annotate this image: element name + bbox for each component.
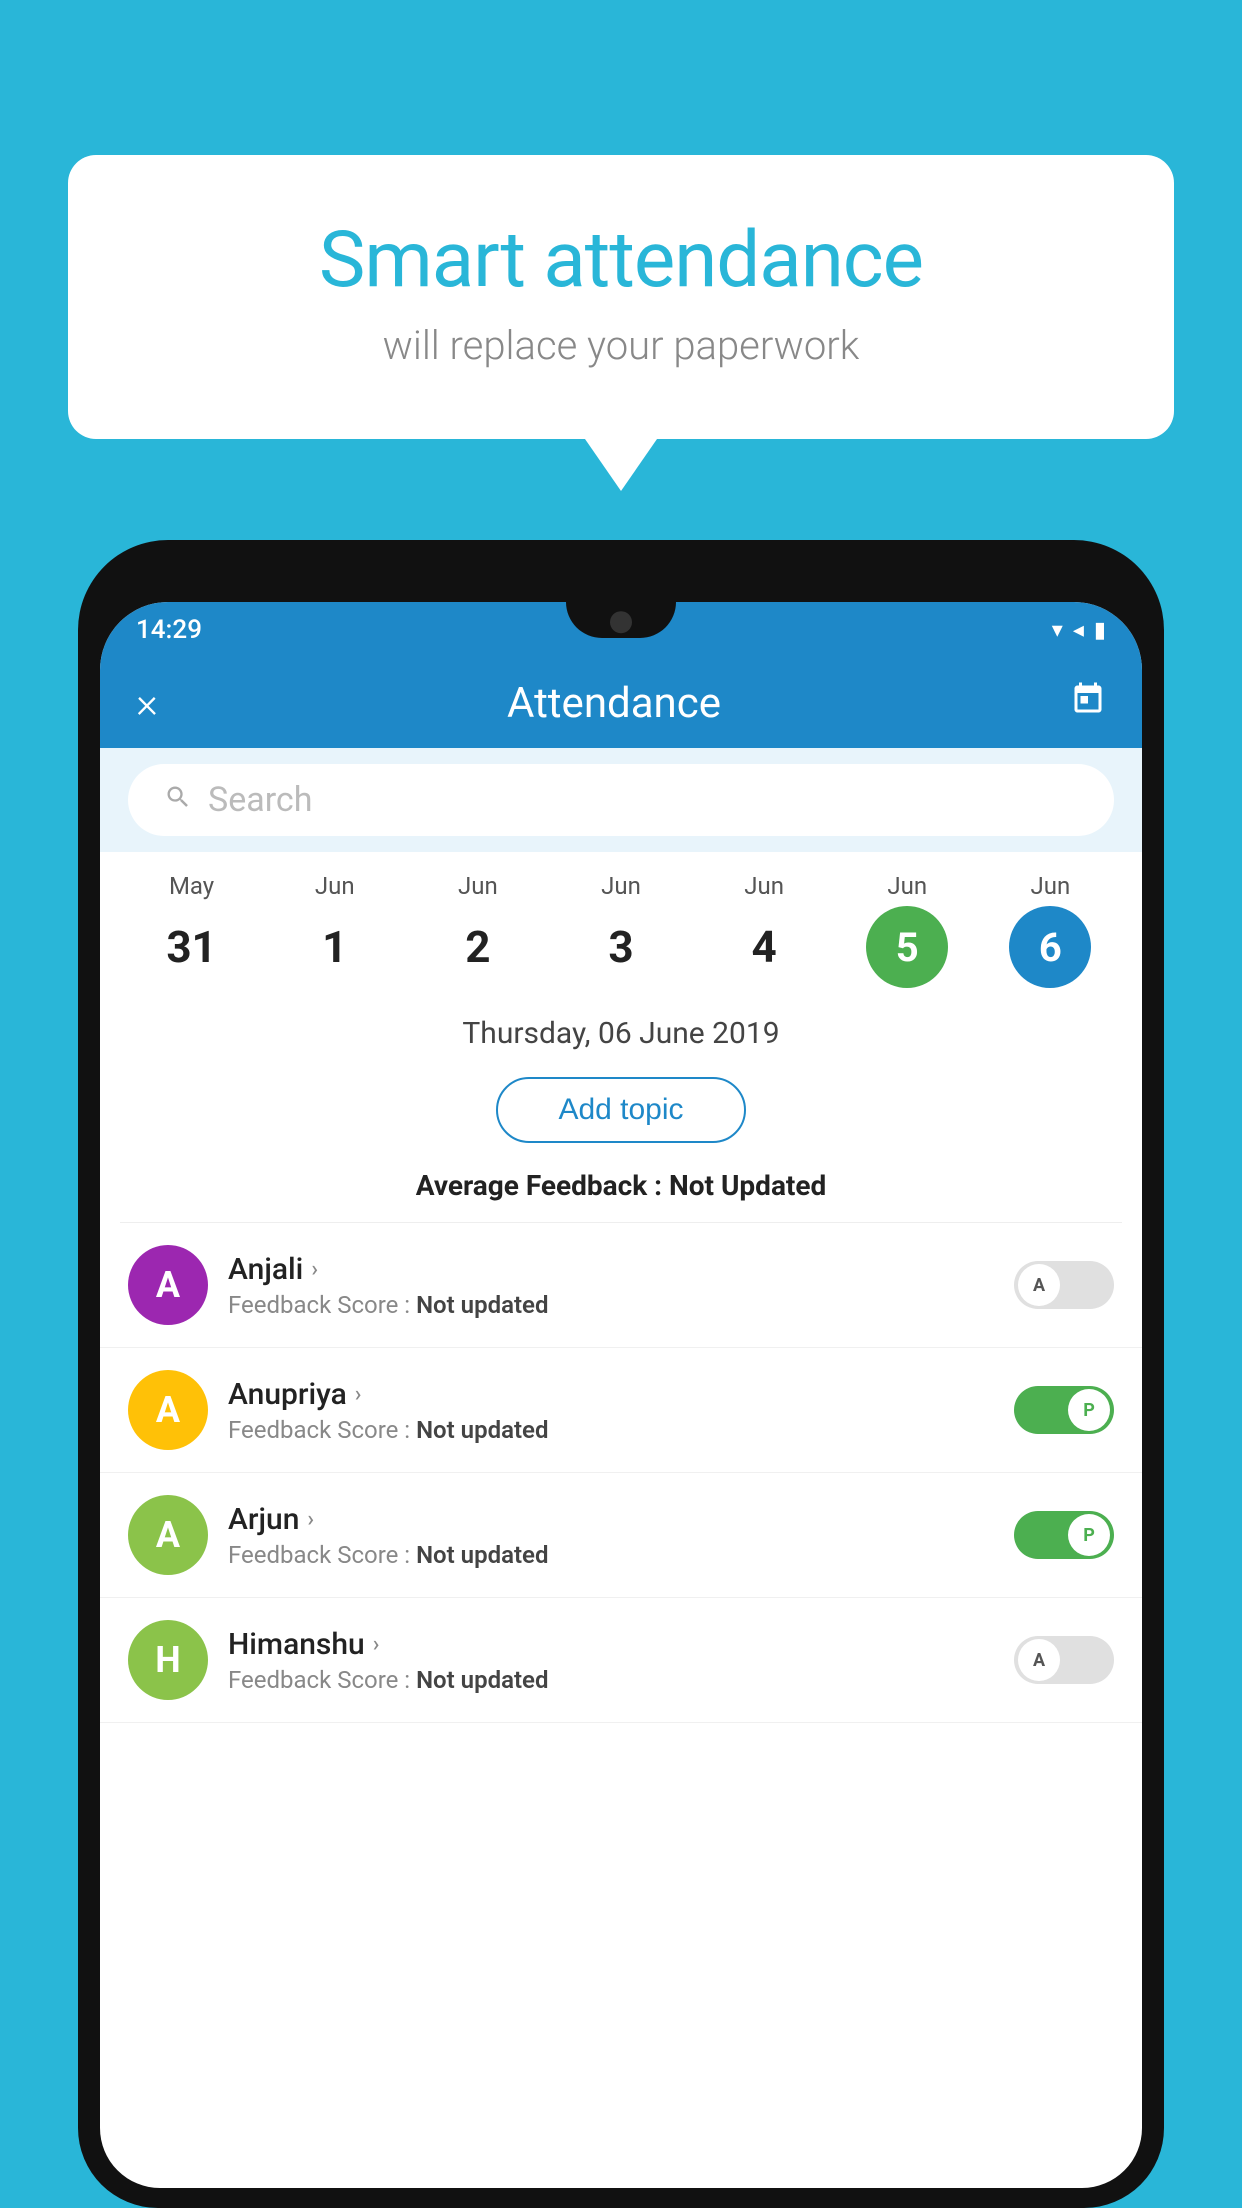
add-topic-button[interactable]: Add topic <box>496 1077 745 1143</box>
feedback-value: Not updated <box>416 1541 548 1569</box>
cal-date-label: 6 <box>1009 906 1091 988</box>
student-list: AAnjali ›Feedback Score : Not updatedAAA… <box>100 1223 1142 1723</box>
student-feedback: Feedback Score : Not updated <box>228 1541 994 1569</box>
student-name: Arjun › <box>228 1502 994 1537</box>
student-feedback: Feedback Score : Not updated <box>228 1666 994 1694</box>
cal-date-label: 31 <box>151 906 233 988</box>
wifi-icon: ▾ <box>1052 618 1063 643</box>
speech-bubble-subtitle: will replace your paperwork <box>148 322 1094 369</box>
student-info: Arjun › Feedback Score : Not updated <box>228 1502 994 1569</box>
cal-month-label: Jun <box>601 872 641 900</box>
feedback-value: Not updated <box>416 1291 548 1319</box>
avatar: A <box>128 1245 208 1325</box>
avg-feedback-value: Not Updated <box>669 1169 826 1202</box>
close-button[interactable]: × <box>136 679 158 728</box>
cal-month-label: Jun <box>1031 872 1071 900</box>
feedback-value: Not updated <box>416 1666 548 1694</box>
student-item[interactable]: A Arjun › Feedback Score : Not updated P <box>100 1473 1142 1598</box>
student-item[interactable]: H Himanshu › Feedback Score : Not updated A <box>100 1598 1142 1723</box>
cal-month-label: Jun <box>458 872 498 900</box>
date-info: Thursday, 06 June 2019 <box>100 988 1142 1061</box>
cal-date-label: 4 <box>723 906 805 988</box>
student-info: Himanshu › Feedback Score : Not updated <box>228 1627 994 1694</box>
student-item[interactable]: A Anupriya › Feedback Score : Not updated P <box>100 1348 1142 1473</box>
calendar-day[interactable]: Jun 1 <box>263 872 406 988</box>
toggle-knob: A <box>1018 1639 1060 1681</box>
avatar: H <box>128 1620 208 1700</box>
speech-bubble-container: Smart attendance will replace your paper… <box>68 155 1174 439</box>
attendance-toggle[interactable]: A <box>1014 1261 1114 1309</box>
camera <box>610 611 632 633</box>
toggle-knob: A <box>1018 1264 1060 1306</box>
toggle-knob: P <box>1068 1514 1110 1556</box>
student-feedback: Feedback Score : Not updated <box>228 1291 994 1319</box>
student-name: Himanshu › <box>228 1627 994 1662</box>
student-name: Anupriya › <box>228 1377 994 1412</box>
battery-icon: ▮ <box>1094 618 1106 643</box>
chevron-icon: › <box>355 1382 362 1407</box>
calendar-day[interactable]: May 31 <box>120 872 263 988</box>
attendance-toggle[interactable]: P <box>1014 1386 1114 1434</box>
cal-date-label: 5 <box>866 906 948 988</box>
avg-feedback: Average Feedback : Not Updated <box>100 1159 1142 1222</box>
cal-date-label: 2 <box>437 906 519 988</box>
cal-date-label: 3 <box>580 906 662 988</box>
attendance-toggle[interactable]: A <box>1014 1636 1114 1684</box>
add-topic-container: Add topic <box>100 1061 1142 1159</box>
calendar-day[interactable]: Jun 3 <box>549 872 692 988</box>
attendance-toggle[interactable]: P <box>1014 1511 1114 1559</box>
search-placeholder: Search <box>208 780 312 820</box>
calendar-day[interactable]: Jun 2 <box>406 872 549 988</box>
cal-date-label: 1 <box>294 906 376 988</box>
status-time: 14:29 <box>136 615 202 645</box>
avatar: A <box>128 1495 208 1575</box>
avg-feedback-label: Average Feedback : <box>416 1169 662 1202</box>
student-feedback: Feedback Score : Not updated <box>228 1416 994 1444</box>
signal-icon: ◂ <box>1073 618 1084 643</box>
search-bar[interactable]: Search <box>128 764 1114 836</box>
student-info: Anupriya › Feedback Score : Not updated <box>228 1377 994 1444</box>
feedback-value: Not updated <box>416 1416 548 1444</box>
calendar-day[interactable]: Jun 6 <box>979 872 1122 988</box>
status-icons: ▾ ◂ ▮ <box>1052 618 1106 643</box>
student-item[interactable]: A Anjali › Feedback Score : Not updated A <box>100 1223 1142 1348</box>
chevron-icon: › <box>311 1257 318 1282</box>
search-icon <box>164 780 192 820</box>
student-name: Anjali › <box>228 1252 994 1287</box>
calendar-row: May 31 Jun 1 Jun 2 Jun 3 Jun 4 Jun 5 Jun 6 <box>100 852 1142 988</box>
search-bar-container: Search <box>100 748 1142 852</box>
speech-bubble-title: Smart attendance <box>148 215 1094 306</box>
calendar-day[interactable]: Jun 4 <box>693 872 836 988</box>
avatar: A <box>128 1370 208 1450</box>
toggle-knob: P <box>1068 1389 1110 1431</box>
cal-month-label: Jun <box>744 872 784 900</box>
calendar-icon[interactable] <box>1070 681 1106 726</box>
cal-month-label: Jun <box>887 872 927 900</box>
app-header: × Attendance <box>100 658 1142 748</box>
phone-screen: 14:29 ▾ ◂ ▮ × Attendance <box>100 602 1142 2188</box>
cal-month-label: Jun <box>315 872 355 900</box>
phone-frame: 14:29 ▾ ◂ ▮ × Attendance <box>78 540 1164 2208</box>
selected-date-text: Thursday, 06 June 2019 <box>462 1016 779 1051</box>
speech-bubble: Smart attendance will replace your paper… <box>68 155 1174 439</box>
chevron-icon: › <box>307 1507 314 1532</box>
header-title: Attendance <box>507 679 721 728</box>
student-info: Anjali › Feedback Score : Not updated <box>228 1252 994 1319</box>
cal-month-label: May <box>169 872 214 900</box>
chevron-icon: › <box>373 1632 380 1657</box>
calendar-day[interactable]: Jun 5 <box>836 872 979 988</box>
